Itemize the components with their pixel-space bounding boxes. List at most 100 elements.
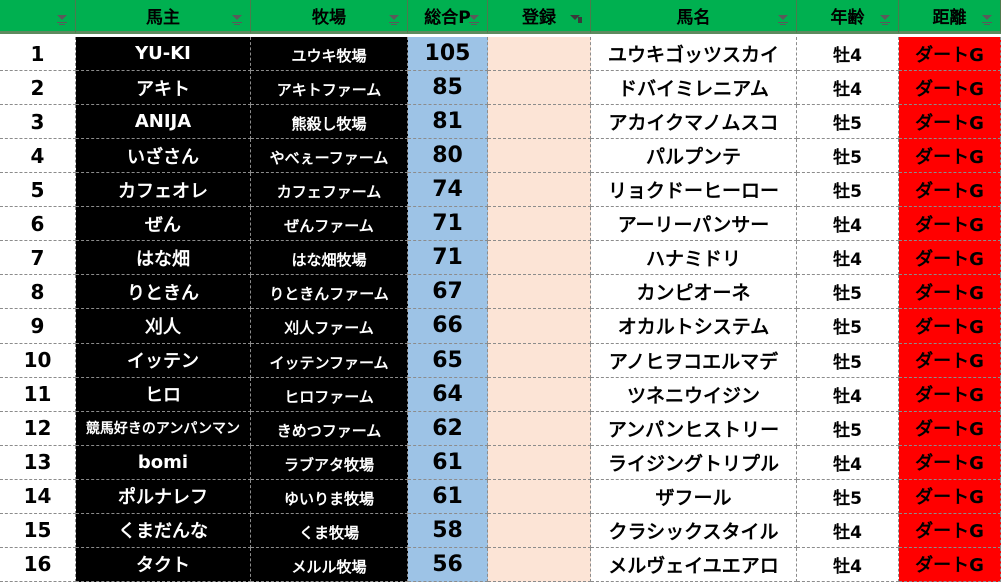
cell-no[interactable]: 8 <box>0 275 76 310</box>
cell-distance[interactable]: ダートG <box>899 513 1001 548</box>
cell-age[interactable]: 牡4 <box>797 377 899 412</box>
cell-distance[interactable]: ダートG <box>899 139 1001 174</box>
cell-distance[interactable]: ダートG <box>899 173 1001 208</box>
cell-age[interactable]: 牡5 <box>797 411 899 446</box>
cell-points[interactable]: 71 <box>408 241 488 276</box>
cell-age[interactable]: 牡4 <box>797 207 899 242</box>
cell-farm[interactable]: カフェファーム <box>251 173 408 208</box>
cell-register[interactable] <box>488 37 591 72</box>
cell-age[interactable]: 牡5 <box>797 173 899 208</box>
cell-register[interactable] <box>488 105 591 140</box>
header-age[interactable]: 年齢 <box>797 0 899 34</box>
cell-no[interactable]: 4 <box>0 139 76 174</box>
cell-distance[interactable]: ダートG <box>899 377 1001 412</box>
cell-owner[interactable]: いざさん <box>76 139 251 174</box>
cell-register[interactable] <box>488 173 591 208</box>
cell-owner[interactable]: アキト <box>76 71 251 106</box>
header-horse[interactable]: 馬名 <box>591 0 797 34</box>
cell-no[interactable]: 3 <box>0 105 76 140</box>
cell-register[interactable] <box>488 343 591 378</box>
cell-no[interactable]: 12 <box>0 411 76 446</box>
cell-points[interactable]: 58 <box>408 513 488 548</box>
cell-owner[interactable]: ポルナレフ <box>76 479 251 514</box>
cell-farm[interactable]: アキトファーム <box>251 71 408 106</box>
cell-owner[interactable]: カフェオレ <box>76 173 251 208</box>
cell-age[interactable]: 牡4 <box>797 445 899 480</box>
filter-dropdown-icon[interactable] <box>55 15 69 25</box>
cell-horse[interactable]: ユウキゴッツスカイ <box>591 37 797 72</box>
cell-register[interactable] <box>488 513 591 548</box>
cell-owner[interactable]: イッテン <box>76 343 251 378</box>
cell-farm[interactable]: やべぇーファーム <box>251 139 408 174</box>
cell-farm[interactable]: 刈人ファーム <box>251 309 408 344</box>
cell-points[interactable]: 85 <box>408 71 488 106</box>
cell-points[interactable]: 65 <box>408 343 488 378</box>
cell-owner[interactable]: ANIJA <box>76 105 251 140</box>
cell-farm[interactable]: ぜんファーム <box>251 207 408 242</box>
cell-age[interactable]: 牡5 <box>797 479 899 514</box>
cell-age[interactable]: 牡4 <box>797 71 899 106</box>
cell-owner[interactable]: ぜん <box>76 207 251 242</box>
cell-no[interactable]: 9 <box>0 309 76 344</box>
cell-farm[interactable]: イッテンファーム <box>251 343 408 378</box>
cell-distance[interactable]: ダートG <box>899 343 1001 378</box>
cell-age[interactable]: 牡5 <box>797 343 899 378</box>
cell-distance[interactable]: ダートG <box>899 71 1001 106</box>
cell-distance[interactable]: ダートG <box>899 411 1001 446</box>
cell-farm[interactable]: ヒロファーム <box>251 377 408 412</box>
cell-register[interactable] <box>488 139 591 174</box>
cell-no[interactable]: 15 <box>0 513 76 548</box>
header-farm[interactable]: 牧場 <box>251 0 408 34</box>
cell-distance[interactable]: ダートG <box>899 241 1001 276</box>
cell-horse[interactable]: パルプンテ <box>591 139 797 174</box>
cell-points[interactable]: 74 <box>408 173 488 208</box>
filter-funnel-icon[interactable] <box>570 15 584 25</box>
cell-horse[interactable]: カンピオーネ <box>591 275 797 310</box>
cell-points[interactable]: 81 <box>408 105 488 140</box>
cell-farm[interactable]: ラブアタ牧場 <box>251 445 408 480</box>
cell-owner[interactable]: くまだんな <box>76 513 251 548</box>
cell-owner[interactable]: りときん <box>76 275 251 310</box>
cell-horse[interactable]: リョクドーヒーロー <box>591 173 797 208</box>
cell-distance[interactable]: ダートG <box>899 207 1001 242</box>
cell-horse[interactable]: ドバイミレニアム <box>591 71 797 106</box>
cell-farm[interactable]: はな畑牧場 <box>251 241 408 276</box>
cell-horse[interactable]: ライジングトリプル <box>591 445 797 480</box>
cell-register[interactable] <box>488 479 591 514</box>
cell-points[interactable]: 71 <box>408 207 488 242</box>
cell-farm[interactable]: 熊殺し牧場 <box>251 105 408 140</box>
cell-no[interactable]: 14 <box>0 479 76 514</box>
cell-owner[interactable]: 競馬好きのアンパンマン <box>76 411 251 446</box>
cell-owner[interactable]: はな畑 <box>76 241 251 276</box>
header-owner[interactable]: 馬主 <box>76 0 251 34</box>
filter-dropdown-icon[interactable] <box>878 15 892 25</box>
cell-owner[interactable]: YU-KI <box>76 37 251 72</box>
cell-farm[interactable]: ユウキ牧場 <box>251 37 408 72</box>
cell-farm[interactable]: きめつファーム <box>251 411 408 446</box>
cell-points[interactable]: 105 <box>408 37 488 72</box>
cell-distance[interactable]: ダートG <box>899 37 1001 72</box>
cell-distance[interactable]: ダートG <box>899 275 1001 310</box>
cell-register[interactable] <box>488 445 591 480</box>
cell-age[interactable]: 牡5 <box>797 105 899 140</box>
filter-dropdown-icon[interactable] <box>776 15 790 25</box>
cell-no[interactable]: 2 <box>0 71 76 106</box>
cell-owner[interactable]: bomi <box>76 445 251 480</box>
cell-no[interactable]: 6 <box>0 207 76 242</box>
cell-age[interactable]: 牡5 <box>797 275 899 310</box>
cell-age[interactable]: 牡4 <box>797 37 899 72</box>
cell-farm[interactable]: くま牧場 <box>251 513 408 548</box>
cell-age[interactable]: 牡5 <box>797 309 899 344</box>
cell-register[interactable] <box>488 71 591 106</box>
filter-dropdown-icon[interactable] <box>387 15 401 25</box>
cell-distance[interactable]: ダートG <box>899 445 1001 480</box>
cell-horse[interactable]: ザフール <box>591 479 797 514</box>
cell-points[interactable]: 66 <box>408 309 488 344</box>
cell-no[interactable]: 5 <box>0 173 76 208</box>
cell-horse[interactable]: アンパンヒストリー <box>591 411 797 446</box>
cell-distance[interactable]: ダートG <box>899 309 1001 344</box>
header-distance[interactable]: 距離 <box>899 0 1001 34</box>
cell-farm[interactable]: ゆいりま牧場 <box>251 479 408 514</box>
cell-age[interactable]: 牡4 <box>797 241 899 276</box>
cell-owner[interactable]: ヒロ <box>76 377 251 412</box>
